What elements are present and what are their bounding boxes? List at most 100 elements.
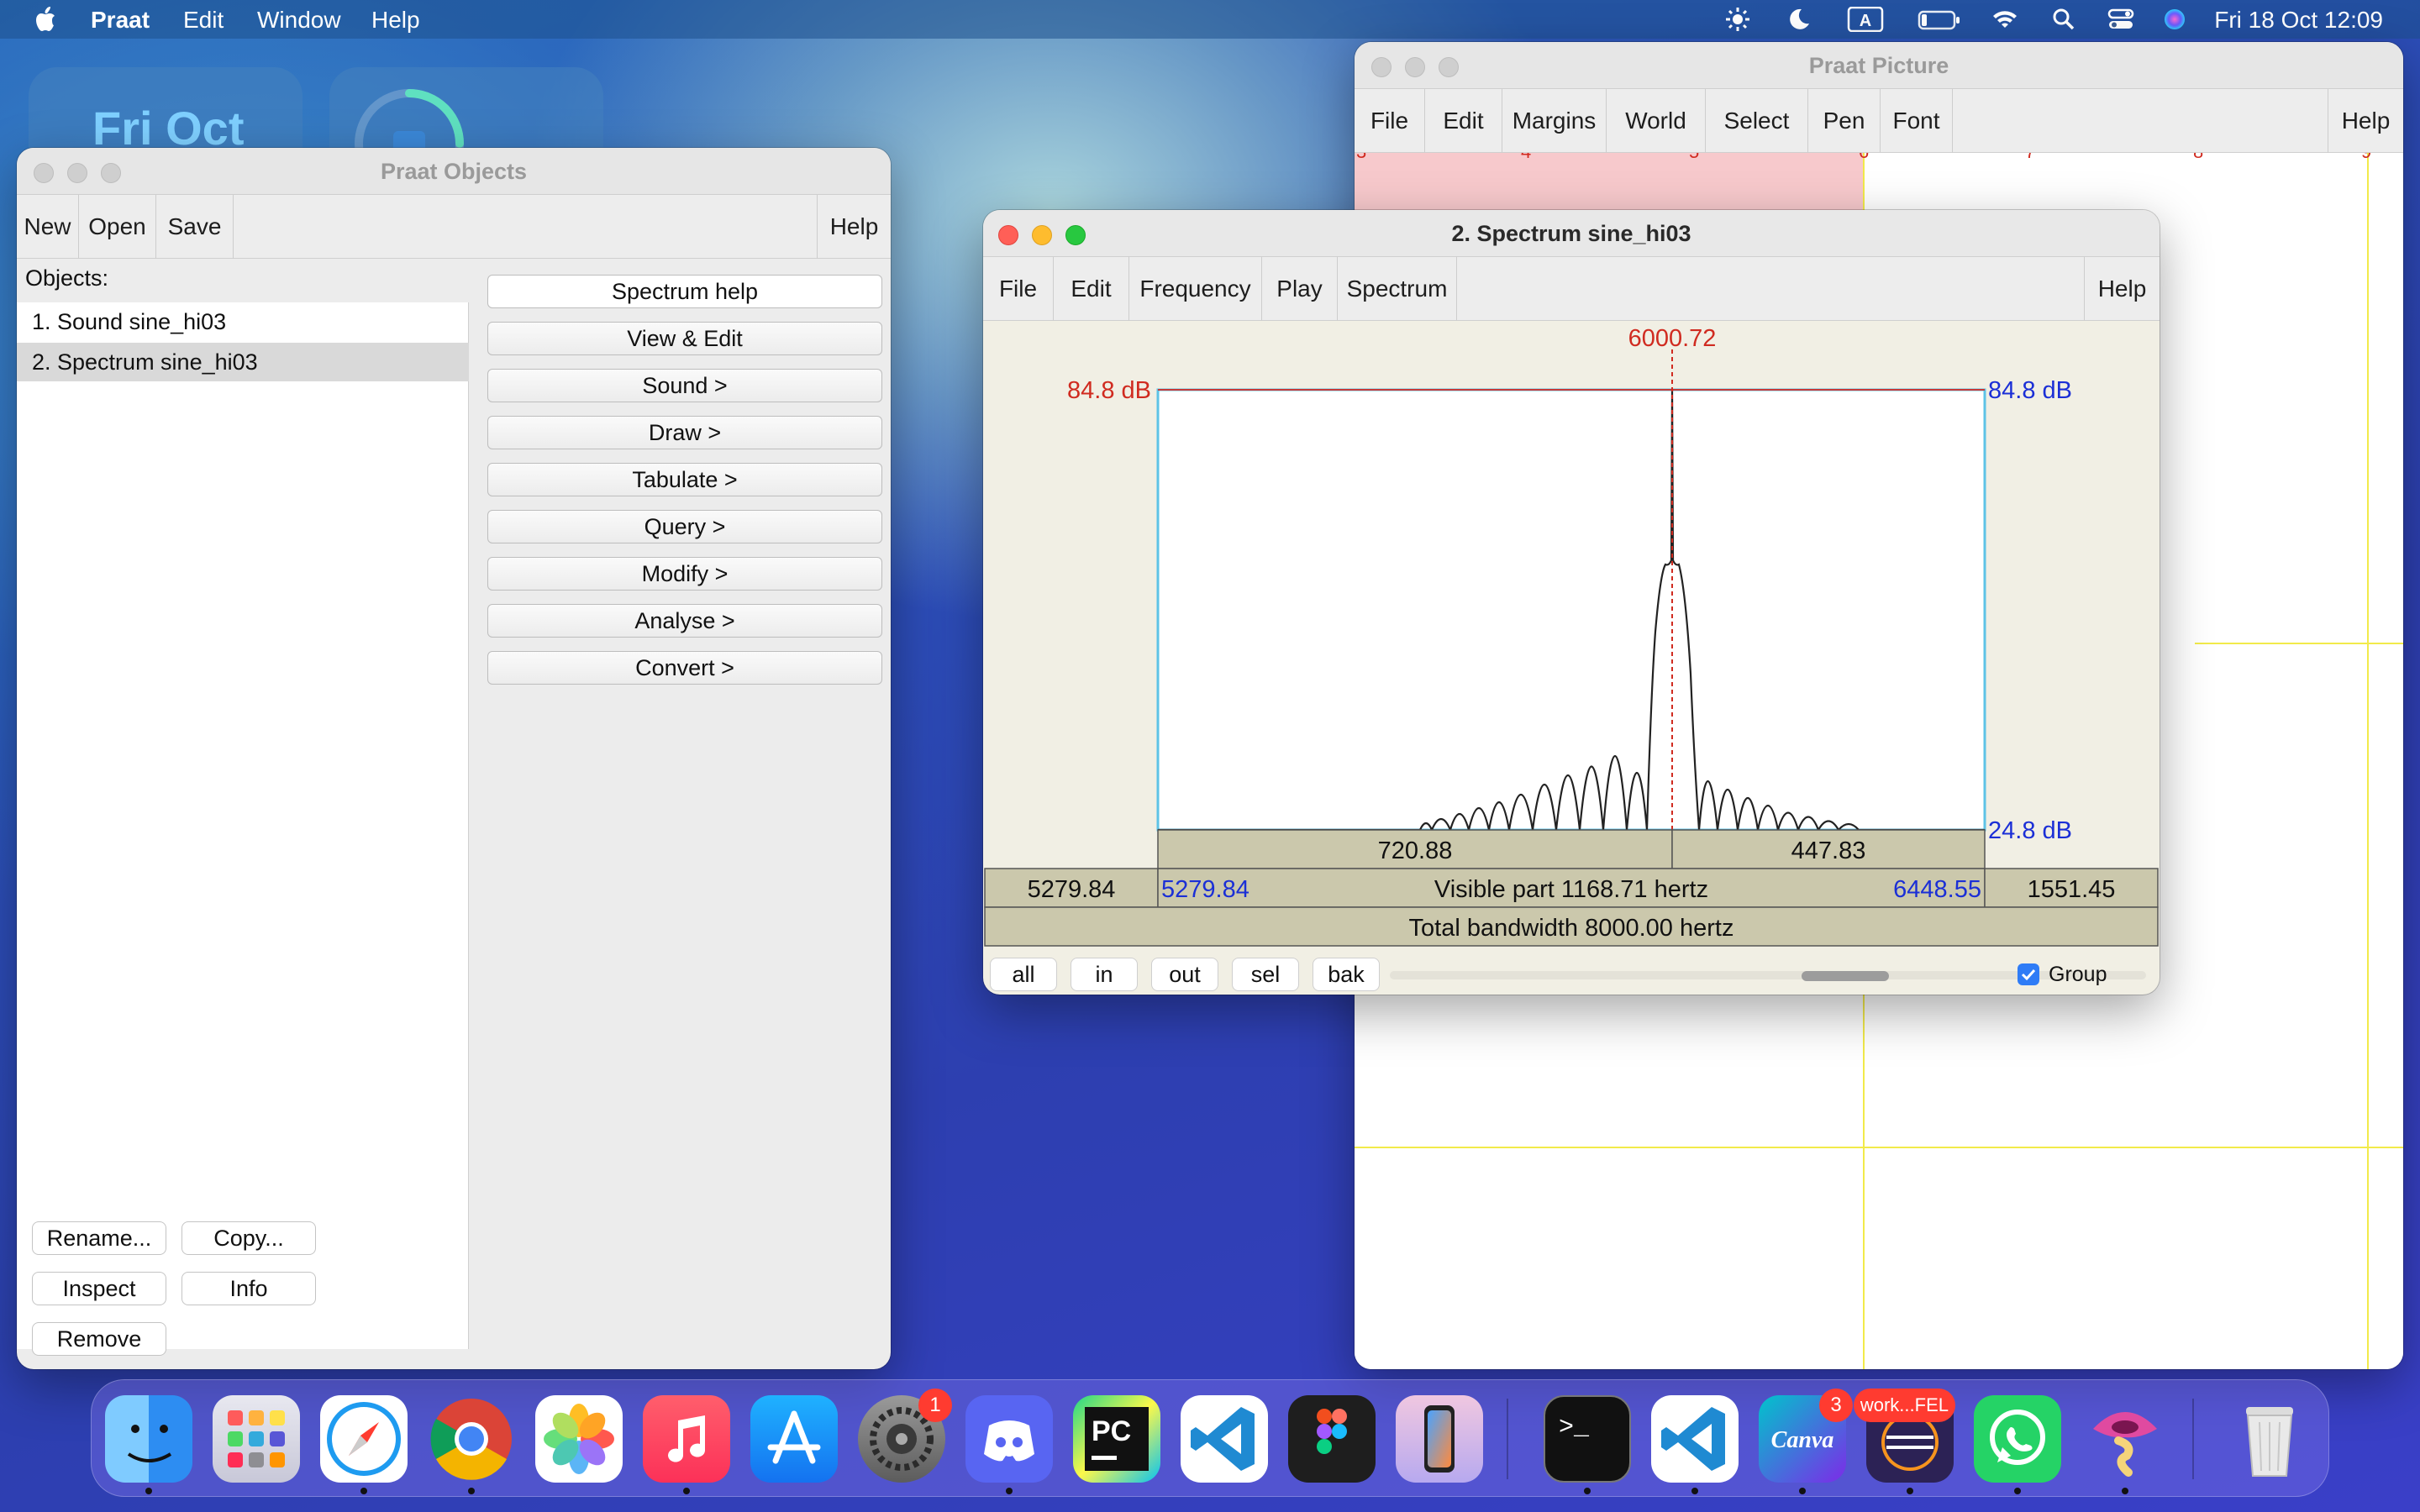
picture-menu-file[interactable]: File (1355, 89, 1425, 153)
window-close-button[interactable] (1371, 57, 1392, 77)
picture-menu-edit[interactable]: Edit (1425, 89, 1502, 153)
praat-app-icon[interactable] (2081, 1395, 2169, 1483)
scrollbar-thumb[interactable] (1802, 971, 1889, 981)
group-checkbox[interactable] (2017, 963, 2040, 986)
inspect-button[interactable]: Inspect (32, 1272, 166, 1305)
spectrum-titlebar: 2. Spectrum sine_hi03 (983, 210, 2160, 257)
analyse-submenu-button[interactable]: Analyse > (487, 604, 882, 638)
app-store-app-icon[interactable] (750, 1395, 838, 1483)
copy-button[interactable]: Copy... (182, 1221, 316, 1255)
terminal-app-icon[interactable]: >_ (1544, 1395, 1631, 1483)
objects-window-title: Praat Objects (380, 159, 528, 184)
spectrum-menu-play[interactable]: Play (1262, 257, 1338, 321)
modify-submenu-button[interactable]: Modify > (487, 557, 882, 591)
remove-button[interactable]: Remove (32, 1322, 166, 1356)
tabulate-submenu-button[interactable]: Tabulate > (487, 463, 882, 496)
objects-label: Objects: (25, 265, 109, 291)
siri-icon[interactable] (2161, 7, 2188, 32)
menu-app-praat[interactable]: Praat (91, 7, 150, 34)
picture-menu-pen[interactable]: Pen (1808, 89, 1881, 153)
zoom-all-button[interactable]: all (990, 958, 1057, 991)
view-edit-button[interactable]: View & Edit (487, 322, 882, 355)
whatsapp-app-icon[interactable] (1974, 1395, 2061, 1483)
menu-edit[interactable]: Edit (183, 7, 224, 34)
rename-button[interactable]: Rename... (32, 1221, 166, 1255)
safari-app-icon[interactable] (320, 1395, 408, 1483)
spectrum-plot: 6000.72 84.8 dB 84.8 dB 24.8 dB 720.88 4… (984, 325, 2159, 947)
convert-submenu-button[interactable]: Convert > (487, 651, 882, 685)
window-minimize-button[interactable] (67, 163, 87, 183)
spectrum-menu-edit[interactable]: Edit (1054, 257, 1129, 321)
object-row-spectrum[interactable]: 2. Spectrum sine_hi03 (17, 343, 469, 381)
apple-icon[interactable] (32, 5, 57, 34)
spectrum-editor-window: 2. Spectrum sine_hi03 File Edit Frequenc… (983, 210, 2160, 995)
open-menu-button[interactable]: Open (79, 195, 156, 259)
vscode-2-app-icon[interactable] (1651, 1395, 1739, 1483)
trash-app-icon[interactable] (2226, 1395, 2313, 1483)
visible-part-label: Visible part 1168.71 hertz (1434, 876, 1708, 903)
outer-right-value: 1551.45 (2028, 876, 2116, 903)
system-settings-app-icon[interactable]: 1 (858, 1389, 952, 1483)
picture-ruler-6: 6 (1859, 153, 1869, 162)
menu-help[interactable]: Help (371, 7, 420, 34)
spectrum-menu-help[interactable]: Help (2084, 257, 2160, 321)
canva-badge: 3 (1819, 1389, 1853, 1422)
spectrum-help-button[interactable]: Spectrum help (487, 275, 882, 308)
chrome-running-dot (468, 1488, 475, 1494)
objects-list[interactable]: 1. Sound sine_hi03 2. Spectrum sine_hi03 (17, 302, 469, 1349)
query-submenu-button[interactable]: Query > (487, 510, 882, 543)
object-row-sound[interactable]: 1. Sound sine_hi03 (17, 302, 469, 341)
help-menu-button[interactable]: Help (817, 195, 891, 259)
pycharm-app-icon[interactable]: PC (1073, 1395, 1160, 1483)
picture-window-title: Praat Picture (1808, 53, 1949, 78)
menu-clock[interactable]: Fri 18 Oct 12:09 (2214, 7, 2383, 34)
input-source-icon[interactable]: A (1847, 7, 1884, 32)
top-db-left-label: 84.8 dB (1067, 377, 1151, 404)
group-checkbox-label: Group (2049, 963, 2107, 986)
wifi-icon[interactable] (1991, 7, 2018, 32)
new-menu-button[interactable]: New (17, 195, 79, 259)
picture-menu-help[interactable]: Help (2328, 89, 2403, 153)
window-zoom-button[interactable] (101, 163, 121, 183)
launchpad-app-icon[interactable] (213, 1395, 300, 1483)
music-app-icon[interactable] (643, 1395, 730, 1483)
save-menu-button[interactable]: Save (156, 195, 234, 259)
discord-app-icon[interactable] (965, 1395, 1053, 1483)
window-close-button[interactable] (998, 225, 1018, 245)
window-zoom-button[interactable] (1065, 225, 1086, 245)
focus-moon-icon[interactable] (1785, 7, 1812, 32)
sound-submenu-button[interactable]: Sound > (487, 369, 882, 402)
window-close-button[interactable] (34, 163, 54, 183)
finder-app-icon[interactable] (105, 1395, 192, 1483)
spectrum-menu-file[interactable]: File (983, 257, 1054, 321)
picture-menu-world[interactable]: World (1607, 89, 1706, 153)
spectrum-menu-frequency[interactable]: Frequency (1129, 257, 1262, 321)
spectrum-canvas[interactable]: 6000.72 84.8 dB 84.8 dB 24.8 dB 720.88 4… (983, 321, 2160, 995)
spotlight-search-icon[interactable] (2050, 7, 2077, 32)
picture-menu-font[interactable]: Font (1881, 89, 1953, 153)
photos-app-icon[interactable] (535, 1395, 623, 1483)
control-center-icon[interactable] (2107, 7, 2134, 32)
eclipse-app-icon[interactable]: work...FEL (1853, 1389, 1955, 1483)
draw-submenu-button[interactable]: Draw > (487, 416, 882, 449)
chrome-app-icon[interactable] (428, 1395, 515, 1483)
picture-ruler-9: 9 (2361, 153, 2371, 162)
iphone-mirroring-app-icon[interactable] (1396, 1395, 1483, 1483)
picture-menu-margins[interactable]: Margins (1502, 89, 1607, 153)
battery-icon[interactable] (1918, 7, 1961, 32)
menu-window[interactable]: Window (257, 7, 341, 34)
window-minimize-button[interactable] (1405, 57, 1425, 77)
weather-sun-icon[interactable] (1724, 7, 1751, 32)
canva-app-icon[interactable]: Canva 3 (1759, 1389, 1853, 1483)
window-minimize-button[interactable] (1032, 225, 1052, 245)
spectrum-menu-spectrum[interactable]: Spectrum (1338, 257, 1457, 321)
window-zoom-button[interactable] (1439, 57, 1459, 77)
zoom-selection-button[interactable]: sel (1232, 958, 1299, 991)
figma-app-icon[interactable] (1288, 1395, 1376, 1483)
info-button[interactable]: Info (182, 1272, 316, 1305)
zoom-back-button[interactable]: bak (1313, 958, 1380, 991)
picture-menu-select[interactable]: Select (1706, 89, 1808, 153)
vscode-app-icon[interactable] (1181, 1395, 1268, 1483)
zoom-out-button[interactable]: out (1151, 958, 1218, 991)
zoom-in-button[interactable]: in (1071, 958, 1138, 991)
